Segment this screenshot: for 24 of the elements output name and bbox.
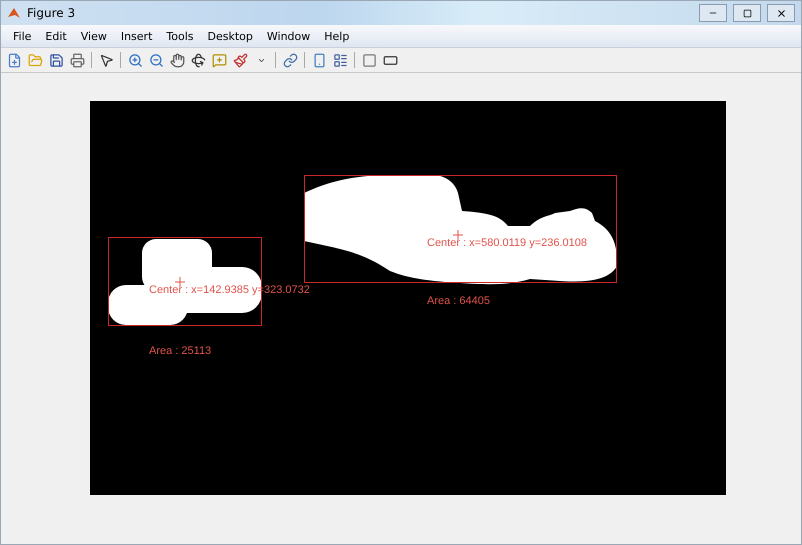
maximize-button[interactable]: [733, 4, 761, 22]
center-label: Center : x=580.0119 y=236.0108: [427, 237, 588, 249]
menu-item[interactable]: Edit: [39, 28, 73, 44]
center-marker-icon: [453, 230, 463, 240]
brush-icon[interactable]: [231, 51, 249, 69]
rotate-icon[interactable]: [189, 51, 207, 69]
menu-item[interactable]: Insert: [114, 28, 158, 44]
close-icon: [776, 8, 786, 18]
area-label: Area : 64405: [427, 295, 490, 307]
app-icon: [7, 6, 21, 20]
menu-item[interactable]: Desktop: [202, 28, 259, 44]
menu-item[interactable]: Help: [318, 28, 356, 44]
menu-item[interactable]: File: [7, 28, 38, 44]
menu-item[interactable]: Tools: [160, 28, 200, 44]
link-icon[interactable]: [281, 51, 299, 69]
area-label: Area : 25113: [149, 345, 212, 357]
hand-icon[interactable]: [168, 51, 186, 69]
maximize-icon: [742, 8, 752, 18]
center-marker-icon: [175, 277, 185, 287]
close-button[interactable]: [767, 4, 795, 22]
menu-item[interactable]: Window: [260, 28, 316, 44]
window-title: Figure 3: [27, 6, 76, 20]
menu-item[interactable]: View: [74, 28, 113, 44]
printer-icon[interactable]: [68, 51, 86, 69]
